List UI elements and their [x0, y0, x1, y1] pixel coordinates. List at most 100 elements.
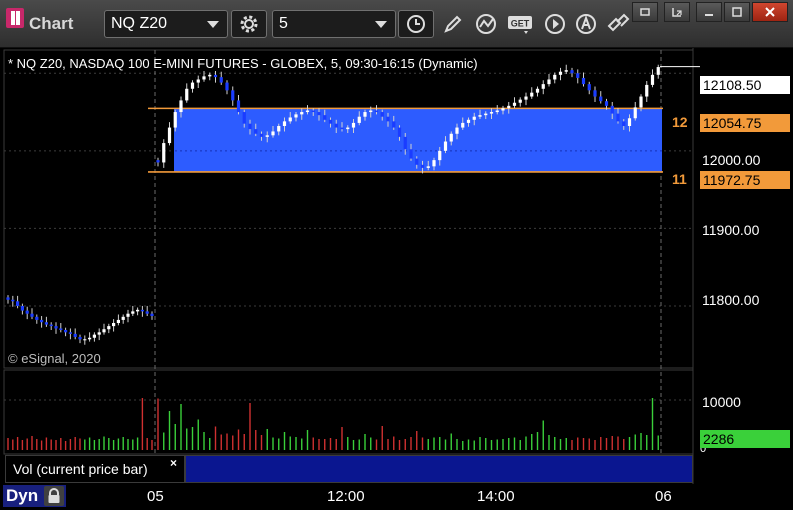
candle-body	[78, 336, 82, 340]
candle-body	[179, 100, 183, 113]
candle-body	[507, 105, 511, 109]
close-icon	[765, 7, 775, 17]
candle-body	[40, 319, 44, 323]
maximize-icon	[732, 7, 742, 17]
candle-body	[374, 110, 379, 113]
restore-icon	[672, 8, 682, 17]
candle-body	[30, 313, 34, 317]
candle-body	[25, 310, 29, 314]
draw-pencil-button[interactable]	[438, 10, 468, 38]
volume-study-bar	[185, 455, 693, 483]
candle-body	[6, 297, 10, 300]
candle-body	[593, 90, 597, 97]
candle-body	[501, 108, 505, 111]
replay-button[interactable]	[540, 10, 570, 38]
candle-body	[564, 70, 568, 72]
restore-window-button[interactable]	[664, 2, 690, 22]
candle-body	[558, 71, 563, 75]
interval-combo[interactable]: 5	[272, 10, 396, 38]
price-axis-label: 11800.00	[702, 292, 760, 308]
candle-body	[236, 100, 241, 113]
studies-button[interactable]	[472, 10, 502, 38]
settings-gear-button[interactable]	[231, 10, 267, 38]
candle-body	[16, 301, 20, 306]
candle-body	[131, 311, 135, 314]
candle-body	[231, 90, 235, 101]
candle-body	[219, 77, 223, 83]
candle-body	[570, 70, 574, 74]
candle-body	[59, 328, 63, 330]
candle-body	[107, 326, 111, 330]
candle-body	[282, 121, 287, 127]
candle-body	[35, 316, 39, 320]
candle-body	[645, 84, 649, 97]
candle-body	[622, 121, 626, 127]
candle-body	[604, 101, 609, 106]
close-study-icon[interactable]: ×	[170, 456, 177, 470]
pin-window-button[interactable]	[632, 2, 658, 22]
candle-body	[173, 112, 177, 128]
candle-body	[541, 84, 545, 89]
candle-body	[627, 118, 632, 127]
candle-body	[616, 113, 620, 122]
maximize-button[interactable]	[724, 2, 750, 22]
pencil-icon	[444, 15, 462, 33]
candle-body	[357, 116, 361, 123]
candle-body	[369, 110, 373, 113]
candle-body	[305, 110, 310, 113]
get-button[interactable]: GET	[506, 10, 536, 38]
close-window-button[interactable]	[752, 2, 788, 22]
app-logo-icon	[6, 8, 24, 28]
time-axis-label: 05	[147, 488, 164, 505]
volume-axis-label: 10000	[702, 394, 741, 410]
candle-body	[650, 74, 655, 85]
candle-body	[185, 88, 189, 101]
symbol-value: NQ Z20	[111, 15, 168, 32]
candle-body	[300, 112, 304, 115]
chevron-down-icon[interactable]	[207, 21, 219, 28]
link-button[interactable]	[603, 10, 633, 38]
candle-body	[461, 122, 465, 128]
candle-body	[265, 135, 269, 137]
candle-body	[254, 129, 258, 134]
volume-study-title[interactable]: Vol (current price bar)	[5, 455, 185, 483]
window-title: Chart	[29, 14, 74, 33]
volume-current-tag: 2286	[700, 430, 790, 448]
candle-body	[190, 82, 195, 89]
candle-body	[11, 299, 15, 302]
candle-body	[512, 102, 517, 106]
candle-body	[363, 112, 367, 117]
candle-body	[242, 112, 246, 124]
candle-body	[323, 115, 327, 120]
candle-body	[317, 112, 321, 116]
candle-body	[581, 77, 586, 85]
chart-toolbar: Chart NQ Z20 5 GET	[0, 0, 793, 48]
candle-body	[415, 158, 419, 165]
symbol-combo[interactable]: NQ Z20	[104, 10, 228, 38]
candle-body	[535, 88, 540, 93]
candle-body	[277, 126, 281, 132]
last-price-tag: 12108.50	[700, 76, 790, 94]
clock-button[interactable]	[398, 10, 434, 38]
time-axis-label: 06	[655, 488, 672, 505]
lower-level-tag: 11972.75	[700, 171, 790, 189]
annotation-button[interactable]	[572, 10, 602, 38]
candle-body	[409, 149, 413, 159]
minimize-button[interactable]	[696, 2, 722, 22]
candle-body	[472, 116, 476, 120]
lock-button[interactable]	[44, 486, 64, 506]
time-axis-label: 14:00	[477, 488, 515, 505]
candle-body	[610, 105, 614, 114]
candle-body	[397, 127, 402, 137]
candle-body	[208, 74, 212, 77]
candle-body	[547, 79, 551, 85]
link-icon	[607, 13, 630, 32]
chevron-down-icon[interactable]	[375, 21, 387, 28]
candle-body	[438, 150, 442, 161]
upper-level-tag: 12054.75	[700, 114, 790, 132]
study-wave-icon	[476, 14, 496, 34]
candle-body	[455, 127, 459, 134]
candle-body	[380, 112, 384, 117]
candle-body	[346, 127, 350, 130]
copyright-text: © eSignal, 2020	[8, 351, 101, 366]
